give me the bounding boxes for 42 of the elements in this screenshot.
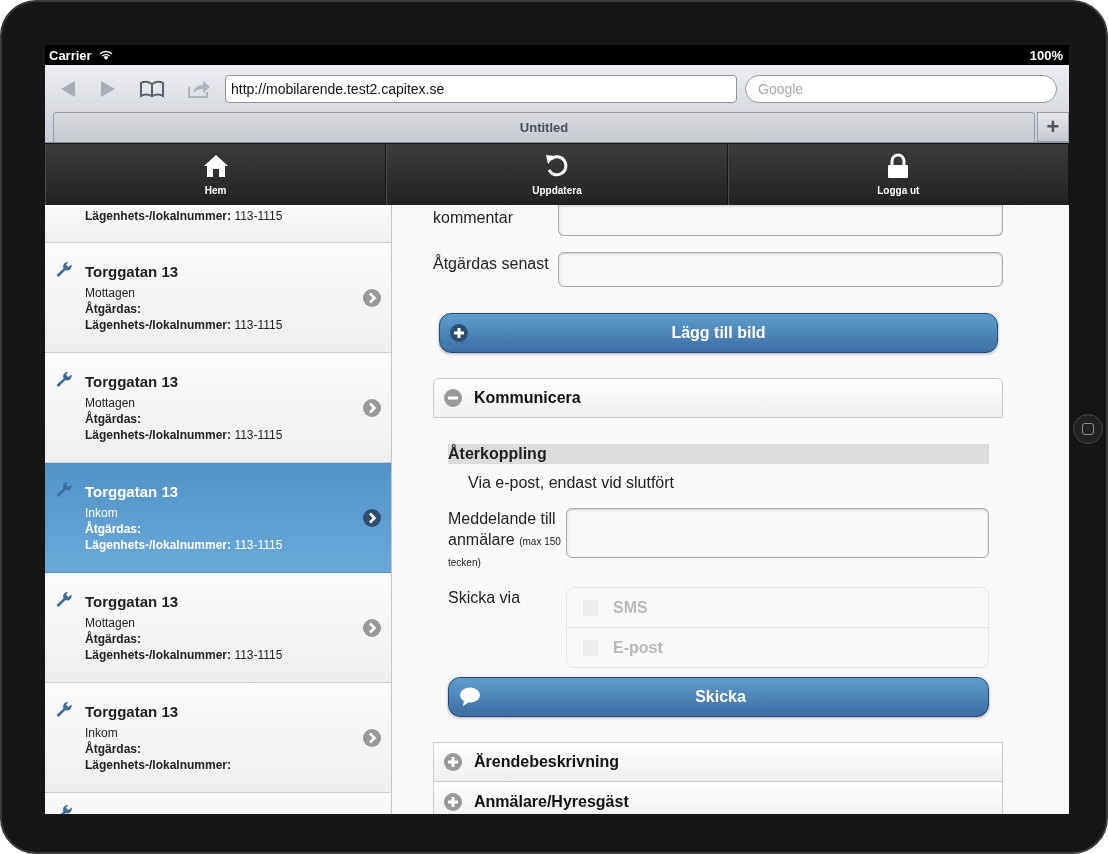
unit-number-line: Lägenhets-/lokalnummer: 113-1115 — [85, 536, 284, 553]
unit-number-line: Lägenhets-/lokalnummer: 113-1115 — [85, 646, 284, 663]
unit-number-line: Lägenhets-/lokalnummer: — [85, 756, 233, 773]
message-label: Meddelande till anmälare (max 150 tecken) — [448, 509, 562, 570]
send-button[interactable]: Skicka — [448, 677, 989, 717]
browser-tab[interactable]: Untitled — [53, 112, 1035, 142]
case-status: Mottagen — [85, 394, 137, 411]
case-status: Mottagen — [85, 614, 137, 631]
unit-number-line: Lägenhets-/lokalnummer: 113-1115 — [85, 426, 284, 443]
case-title: Torggatan 13 — [85, 482, 180, 500]
case-status: Mottagen — [85, 284, 137, 301]
collapsible-header[interactable]: Ärendebeskrivning — [433, 742, 1003, 782]
case-list-item[interactable]: Torggatan 13 Inkom Åtgärdas: Lägenhets-/lokalnummer: — [45, 683, 391, 793]
new-tab-button[interactable]: + — [1037, 112, 1069, 142]
url-field[interactable]: http://mobilarende.test2.capitex.se — [225, 74, 737, 103]
case-title: Torggatan 13 — [85, 702, 180, 720]
carrier-label: Carrier — [49, 47, 92, 63]
add-image-button[interactable]: Lägg till bild — [439, 313, 998, 353]
battery-percent: 100% — [1029, 47, 1063, 63]
action-label: Åtgärdas: — [85, 740, 142, 757]
case-list-item[interactable]: Torggatan 13 Mottagen Åtgärdas: Lägenhets-/lokalnummer: 113-1115 — [45, 353, 391, 463]
case-title: Torggatan 13 — [85, 592, 180, 610]
collapsible-header[interactable]: Anmälare/Hyresgäst — [433, 782, 1003, 814]
unit-number-line: Lägenhets-/lokalnummer: 113-1115 — [85, 208, 284, 224]
collapsible-header[interactable]: Kommunicera — [433, 378, 1003, 418]
unit-number-line: Lägenhets-/lokalnummer: 113-1115 — [85, 316, 284, 333]
action-label: Åtgärdas: — [85, 520, 142, 537]
case-list-item[interactable]: Torggatan 13 Mottagen Åtgärdas: Lägenhets-/lokalnummer: 113-1115 — [45, 243, 391, 353]
subsection-heading: Återkoppling — [448, 444, 989, 464]
action-label: Åtgärdas: — [85, 410, 142, 427]
case-title: Torggatan 13 — [85, 372, 180, 390]
send-via-label: Skicka via — [448, 588, 522, 608]
case-title: Torggatan 13 — [85, 262, 180, 280]
action-label: Åtgärdas: — [85, 630, 142, 647]
field-label: kommentar — [433, 208, 515, 228]
field-label: Åtgärdas senast — [433, 253, 550, 274]
action-label: Åtgärdas: — [85, 300, 142, 317]
feedback-text: Via e-post, endast vid slutfört — [467, 473, 676, 492]
case-status: Inkom — [85, 504, 119, 521]
case-list-item[interactable]: Torggatan 13 Mottagen Åtgärdas: Lägenhets-/lokalnummer: 113-1115 — [45, 573, 391, 683]
case-status: Inkom — [85, 724, 119, 741]
case-list-item[interactable]: Lägenhets-/lokalnummer: 113-1115 — [45, 205, 391, 243]
